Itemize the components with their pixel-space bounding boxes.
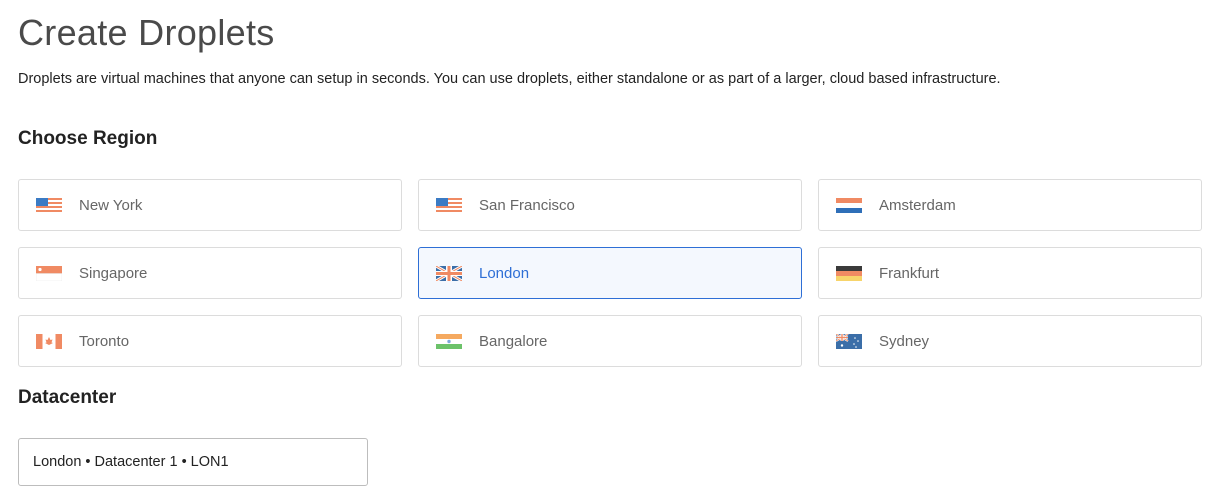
region-option-new-york[interactable]: New York <box>18 179 402 231</box>
us-flag-icon <box>436 197 462 213</box>
india-flag-icon <box>436 333 462 349</box>
region-option-amsterdam[interactable]: Amsterdam <box>818 179 1202 231</box>
region-label: London <box>479 264 530 282</box>
region-label: New York <box>79 196 143 214</box>
region-option-bangalore[interactable]: Bangalore <box>418 315 802 367</box>
region-option-london[interactable]: London <box>418 247 802 299</box>
page-description: Droplets are virtual machines that anyon… <box>18 71 1001 87</box>
region-label: San Francisco <box>479 196 575 214</box>
region-option-sydney[interactable]: Sydney <box>818 315 1202 367</box>
region-label: Bangalore <box>479 332 548 350</box>
us-flag-icon <box>36 197 62 213</box>
canada-flag-icon <box>36 333 62 349</box>
region-option-frankfurt[interactable]: Frankfurt <box>818 247 1202 299</box>
region-grid: New York San Francisco Amsterdam Singapo… <box>18 179 1202 367</box>
uk-flag-icon <box>436 265 462 281</box>
datacenter-select[interactable]: London • Datacenter 1 • LON1 <box>18 438 368 486</box>
datacenter-heading: Datacenter <box>18 387 117 408</box>
australia-flag-icon <box>836 333 862 349</box>
page-title: Create Droplets <box>18 12 275 53</box>
germany-flag-icon <box>836 265 862 281</box>
choose-region-heading: Choose Region <box>18 128 158 149</box>
netherlands-flag-icon <box>836 197 862 213</box>
region-option-san-francisco[interactable]: San Francisco <box>418 179 802 231</box>
singapore-flag-icon <box>36 265 62 281</box>
region-label: Sydney <box>879 332 930 350</box>
region-option-toronto[interactable]: Toronto <box>18 315 402 367</box>
region-label: Singapore <box>79 264 148 282</box>
region-label: Amsterdam <box>879 196 956 214</box>
region-label: Toronto <box>79 332 130 350</box>
region-label: Frankfurt <box>879 264 940 282</box>
region-option-singapore[interactable]: Singapore <box>18 247 402 299</box>
